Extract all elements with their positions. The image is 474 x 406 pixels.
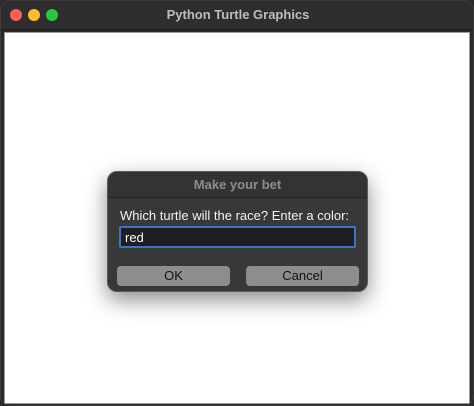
dialog-prompt: Which turtle will the race? Enter a colo… [120, 208, 350, 223]
cancel-button[interactable]: Cancel [246, 266, 359, 286]
color-input[interactable] [119, 226, 356, 248]
title-bar[interactable]: Python Turtle Graphics [1, 1, 473, 30]
bet-dialog: Make your bet Which turtle will the race… [107, 171, 368, 292]
window-title: Python Turtle Graphics [166, 7, 310, 22]
turtle-window: Python Turtle Graphics Make your bet Whi… [0, 0, 474, 406]
ok-button[interactable]: OK [117, 266, 230, 286]
dialog-title: Make your bet [193, 177, 282, 192]
